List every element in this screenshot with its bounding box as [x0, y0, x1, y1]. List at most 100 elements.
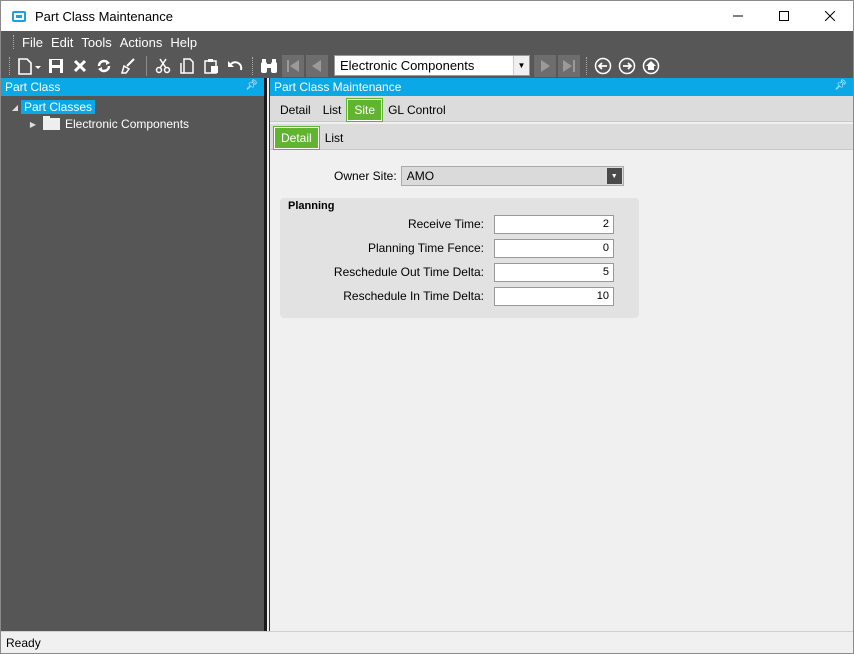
- planning-group: Planning Receive Time: 2 Planning Time F…: [280, 198, 639, 318]
- right-panel: Part Class Maintenance 📌︎ Detail List Si…: [269, 78, 853, 631]
- refresh-button[interactable]: [93, 55, 115, 77]
- menu-help[interactable]: Help: [166, 35, 201, 50]
- tab-site[interactable]: Site: [346, 98, 384, 122]
- toolbar-grip: [252, 56, 254, 75]
- chevron-down-icon[interactable]: ▼: [606, 168, 622, 184]
- folder-icon: [43, 116, 60, 130]
- tree-view: ◢ Part Classes ▶ Electronic Components: [1, 96, 264, 132]
- back-button[interactable]: [592, 55, 614, 77]
- app-window: Part Class Maintenance File Edit Tools A…: [0, 0, 854, 654]
- receive-time-label: Receive Time:: [407, 217, 484, 231]
- home-icon: [642, 57, 660, 74]
- minimize-icon: [733, 15, 743, 17]
- menu-bar: File Edit Tools Actions Help: [1, 31, 853, 53]
- maximize-icon: [779, 11, 789, 21]
- toolbar-grip: [586, 56, 588, 75]
- binoculars-icon: [261, 58, 277, 73]
- menu-file[interactable]: File: [18, 35, 47, 50]
- site-detail-content: Owner Site: AMO ▼ Planning Receive Time:…: [270, 150, 853, 631]
- reschedule-out-label: Reschedule Out Time Delta:: [333, 265, 484, 279]
- toolbar-grip: [9, 56, 11, 75]
- left-panel: Part Class 📌︎ ◢ Part Classes ▶ Electroni…: [1, 78, 267, 631]
- tab-gl-control[interactable]: GL Control: [382, 99, 452, 121]
- home-button[interactable]: [640, 55, 662, 77]
- tree-root-label[interactable]: Part Classes: [21, 100, 96, 114]
- pin-icon[interactable]: 📌︎: [834, 80, 847, 91]
- next-record-icon: [541, 59, 550, 72]
- title-bar: Part Class Maintenance: [1, 1, 853, 31]
- right-panel-header: Part Class Maintenance 📌︎: [270, 78, 853, 96]
- cut-button[interactable]: [152, 55, 174, 77]
- refresh-icon: [97, 59, 111, 72]
- reschedule-out-row: Reschedule Out Time Delta: 5: [280, 262, 639, 282]
- undo-button[interactable]: [224, 55, 246, 77]
- tab-detail[interactable]: Detail: [274, 99, 317, 121]
- planning-time-fence-label: Planning Time Fence:: [367, 241, 484, 255]
- planning-time-fence-row: Planning Time Fence: 0: [280, 238, 639, 258]
- next-record-button[interactable]: [534, 54, 556, 77]
- new-icon: [18, 57, 41, 75]
- first-record-button[interactable]: [282, 54, 304, 77]
- receive-time-row: Receive Time: 2: [280, 214, 639, 234]
- menu-grip: [13, 35, 15, 49]
- tree-root[interactable]: ◢ Part Classes: [1, 99, 264, 115]
- menu-tools[interactable]: Tools: [77, 35, 115, 50]
- cut-icon: [155, 58, 171, 73]
- reschedule-in-row: Reschedule In Time Delta: 10: [280, 286, 639, 306]
- tree-item[interactable]: ▶ Electronic Components: [1, 116, 264, 132]
- save-icon: [49, 58, 63, 73]
- receive-time-input[interactable]: 2: [494, 214, 614, 234]
- paste-button[interactable]: [200, 55, 222, 77]
- pin-icon[interactable]: 📌︎: [245, 80, 258, 91]
- window-title: Part Class Maintenance: [35, 8, 174, 24]
- delete-button[interactable]: [69, 55, 91, 77]
- first-record-icon: [287, 59, 299, 72]
- menu-actions[interactable]: Actions: [116, 35, 167, 50]
- app-icon: [12, 10, 26, 22]
- close-button[interactable]: [807, 1, 853, 31]
- owner-site-value: AMO: [406, 169, 435, 183]
- left-panel-header: Part Class 📌︎: [1, 78, 264, 96]
- prev-record-button[interactable]: [306, 54, 328, 77]
- copy-icon: [180, 57, 194, 74]
- reschedule-in-label: Reschedule In Time Delta:: [343, 289, 484, 303]
- sub-tabs: Detail List: [270, 124, 853, 150]
- reschedule-in-input[interactable]: 10: [494, 286, 614, 306]
- subtab-detail[interactable]: Detail: [273, 126, 320, 150]
- collapse-icon[interactable]: ◢: [9, 103, 21, 112]
- chevron-down-icon[interactable]: ▼: [513, 56, 529, 75]
- search-button[interactable]: [258, 55, 280, 77]
- forward-icon: [618, 57, 636, 74]
- new-button[interactable]: [15, 55, 43, 77]
- undo-icon: [228, 60, 243, 70]
- left-panel-title: Part Class: [5, 80, 61, 94]
- tab-list[interactable]: List: [317, 99, 348, 121]
- maximize-button[interactable]: [761, 1, 807, 31]
- copy-button[interactable]: [176, 55, 198, 77]
- save-button[interactable]: [45, 55, 67, 77]
- planning-time-fence-input[interactable]: 0: [494, 238, 614, 258]
- last-record-icon: [563, 59, 575, 72]
- status-bar: Ready: [1, 631, 853, 653]
- record-selector[interactable]: Electronic Components ▼: [334, 55, 530, 76]
- delete-icon: [73, 59, 87, 72]
- minimize-button[interactable]: [715, 1, 761, 31]
- reschedule-out-input[interactable]: 5: [494, 262, 614, 282]
- toolbar: Electronic Components ▼: [1, 53, 853, 78]
- toolbar-separator: [146, 55, 147, 76]
- planning-title: Planning: [288, 200, 335, 212]
- right-panel-title: Part Class Maintenance: [274, 80, 402, 94]
- last-record-button[interactable]: [558, 54, 580, 77]
- forward-button[interactable]: [616, 55, 638, 77]
- close-icon: [825, 11, 835, 21]
- tree-item-label[interactable]: Electronic Components: [65, 117, 189, 131]
- status-text: Ready: [6, 635, 41, 650]
- clear-button[interactable]: [117, 55, 139, 77]
- expand-icon[interactable]: ▶: [27, 120, 39, 129]
- owner-site-select[interactable]: AMO ▼: [400, 166, 624, 186]
- window-controls: [715, 1, 853, 31]
- clear-icon: [121, 57, 135, 74]
- back-icon: [594, 57, 612, 74]
- subtab-list[interactable]: List: [319, 127, 350, 149]
- menu-edit[interactable]: Edit: [47, 35, 77, 50]
